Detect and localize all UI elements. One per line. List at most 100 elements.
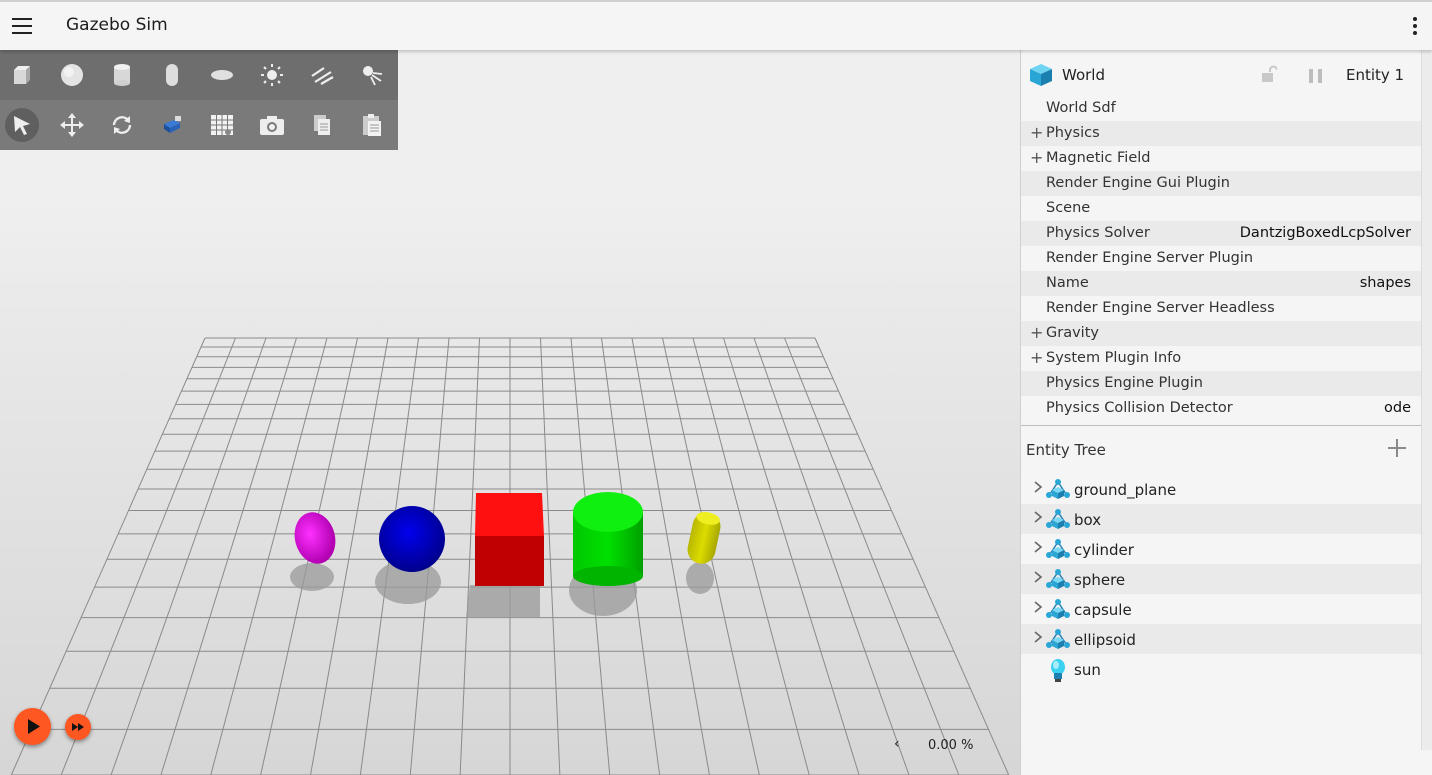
component-label: World Sdf (1046, 100, 1116, 116)
component-row[interactable]: Render Engine Server Plugin (1021, 246, 1421, 271)
chevron-right-icon[interactable] (1033, 630, 1043, 648)
entity-tree-item[interactable]: cylinder (1021, 534, 1421, 564)
play-icon (28, 719, 40, 734)
entity-name: sphere (1074, 571, 1126, 589)
component-row[interactable]: Render Engine Server Headless (1021, 296, 1421, 321)
sphere-icon[interactable] (55, 58, 89, 92)
entity-tree-item[interactable]: capsule (1021, 594, 1421, 624)
component-label: Physics Collision Detector (1046, 400, 1233, 416)
grid-snap-icon[interactable] (205, 108, 239, 142)
box-model[interactable] (475, 493, 544, 586)
chevron-right-icon[interactable] (1033, 600, 1043, 618)
chevron-right-icon[interactable] (1033, 570, 1043, 588)
transform-control-icon[interactable] (155, 108, 189, 142)
model-icon (1045, 568, 1071, 596)
expand-plus-icon[interactable]: + (1030, 348, 1043, 367)
select-arrow-icon[interactable] (5, 108, 39, 142)
hamburger-menu-icon[interactable] (12, 18, 32, 34)
component-label: Render Engine Gui Plugin (1046, 175, 1230, 191)
world-cube-icon (1030, 64, 1052, 86)
entity-name: box (1074, 511, 1102, 529)
scene-render (0, 50, 1020, 775)
component-row[interactable]: Physics Solver DantzigBoxedLcpSolver (1021, 221, 1421, 246)
translate-icon[interactable] (55, 108, 89, 142)
chevron-right-icon[interactable] (1033, 480, 1043, 498)
component-label: Render Engine Server Headless (1046, 300, 1275, 316)
real-time-factor: 0.00 % (928, 738, 974, 753)
component-row[interactable]: Name shapes (1021, 271, 1421, 296)
model-icon (1045, 538, 1071, 566)
expand-plus-icon[interactable]: + (1030, 123, 1043, 142)
component-list: World Sdf + Physics + Magnetic Field Render E… (1021, 96, 1421, 421)
component-row[interactable]: + Gravity (1021, 321, 1421, 346)
entity-tree-item[interactable]: sphere (1021, 564, 1421, 594)
ellipsoid-icon[interactable] (205, 58, 239, 92)
lock-open-icon[interactable] (1261, 65, 1277, 83)
component-row[interactable]: Render Engine Gui Plugin (1021, 171, 1421, 196)
paste-icon[interactable] (355, 108, 389, 142)
component-label: Gravity (1046, 325, 1099, 341)
component-row[interactable]: Physics Engine Plugin (1021, 371, 1421, 396)
component-row[interactable]: Physics Collision Detector ode (1021, 396, 1421, 421)
expand-plus-icon[interactable]: + (1030, 323, 1043, 342)
component-value: shapes (1359, 275, 1411, 291)
directional-light-icon[interactable] (305, 58, 339, 92)
entity-tree-item[interactable]: sun (1021, 654, 1421, 684)
component-row[interactable]: Scene (1021, 196, 1421, 221)
component-row[interactable]: + System Plugin Info (1021, 346, 1421, 371)
entity-name: cylinder (1074, 541, 1134, 559)
add-entity-plus-icon[interactable] (1386, 437, 1408, 459)
expand-plus-icon[interactable]: + (1030, 148, 1043, 167)
panel-scrollbar[interactable] (1421, 50, 1432, 750)
transform-tools-row (0, 100, 398, 150)
component-label: Physics Solver (1046, 225, 1150, 241)
scene-3d-viewport[interactable] (0, 50, 1020, 775)
step-button[interactable] (65, 714, 91, 740)
entity-tree-item[interactable]: box (1021, 504, 1421, 534)
sun-light-icon[interactable] (255, 58, 289, 92)
pause-icon[interactable] (1307, 68, 1325, 84)
entity-name: capsule (1074, 601, 1132, 619)
entity-name: ellipsoid (1074, 631, 1136, 649)
capsule-icon[interactable] (155, 58, 189, 92)
screenshot-camera-icon[interactable] (255, 108, 289, 142)
play-button[interactable] (14, 708, 51, 745)
box-icon[interactable] (5, 58, 39, 92)
model-icon (1045, 478, 1071, 506)
spot-light-icon[interactable] (355, 58, 389, 92)
insert-shapes-row (0, 50, 398, 100)
component-label: Scene (1046, 200, 1091, 216)
model-icon (1045, 628, 1071, 656)
cylinder-icon[interactable] (105, 58, 139, 92)
entity-tree-list: ground_planebox cylinder sphere capsule elli… (1021, 474, 1421, 684)
collapse-stats-chevron-icon[interactable]: ‹ (894, 736, 900, 752)
entity-tree-title: Entity Tree (1026, 441, 1106, 459)
light-bulb-icon (1045, 658, 1071, 688)
more-options-icon[interactable] (1412, 17, 1418, 37)
component-value: ode (1384, 400, 1411, 416)
component-label: Physics Engine Plugin (1046, 375, 1203, 391)
chevron-right-icon[interactable] (1033, 510, 1043, 528)
entity-tree-item[interactable]: ellipsoid (1021, 624, 1421, 654)
component-label: System Plugin Info (1046, 350, 1182, 366)
entity-name: sun (1074, 661, 1101, 679)
model-icon (1045, 598, 1071, 626)
component-label: Name (1046, 275, 1089, 291)
side-panel: World Entity 1 World Sdf + Physics + Magneti… (1020, 50, 1432, 775)
component-row[interactable]: + Physics (1021, 121, 1421, 146)
model-icon (1045, 508, 1071, 536)
component-row[interactable]: World Sdf (1021, 96, 1421, 121)
rotate-icon[interactable] (105, 108, 139, 142)
app-title: Gazebo Sim (66, 15, 168, 35)
component-label: Render Engine Server Plugin (1046, 250, 1254, 266)
component-row[interactable]: + Magnetic Field (1021, 146, 1421, 171)
entity-tree-item[interactable]: ground_plane (1021, 474, 1421, 504)
fast-forward-icon (72, 723, 84, 731)
component-label: Physics (1046, 125, 1100, 141)
shapes-toolbar (0, 50, 398, 150)
component-label: Magnetic Field (1046, 150, 1151, 166)
copy-icon[interactable] (305, 108, 339, 142)
sphere-model[interactable] (379, 506, 445, 572)
chevron-right-icon[interactable] (1033, 540, 1043, 558)
cylinder-model[interactable] (573, 492, 643, 586)
